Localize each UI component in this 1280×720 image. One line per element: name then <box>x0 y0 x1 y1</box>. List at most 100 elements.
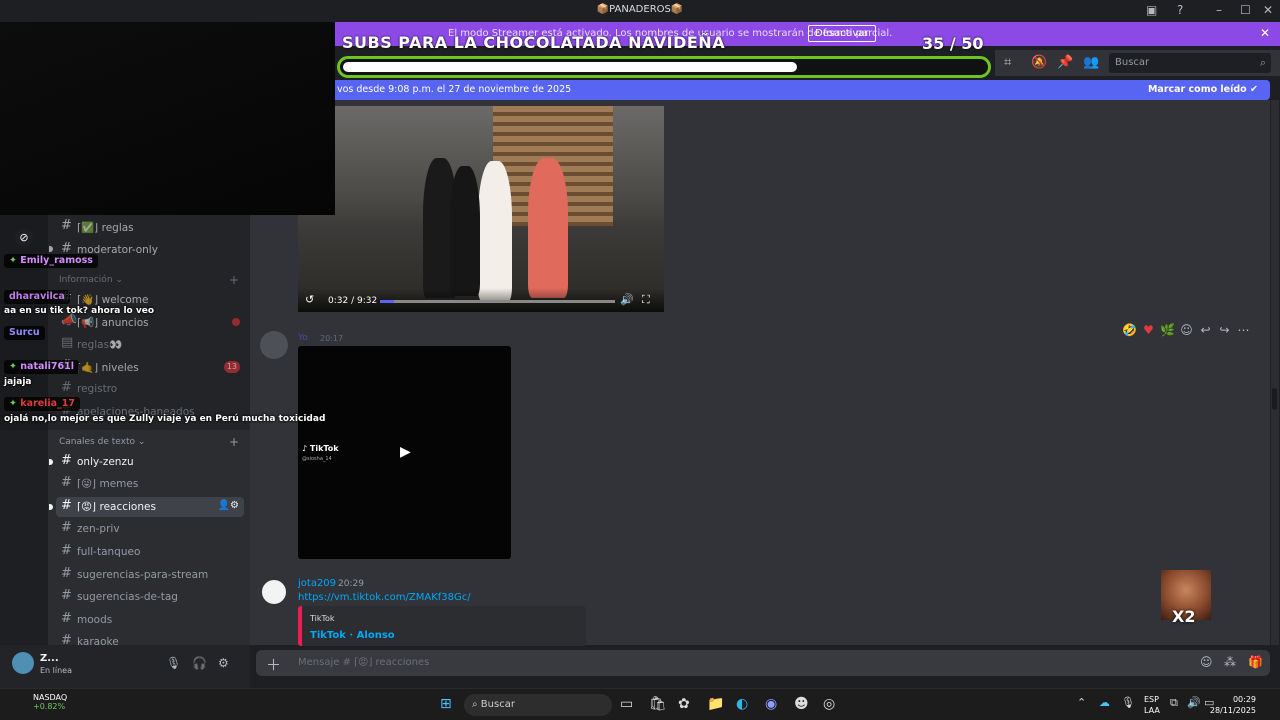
taskbar-search[interactable]: ⌕ Buscar <box>464 694 612 716</box>
close-icon[interactable]: ✕ <box>1260 26 1270 40</box>
hash-icon: # <box>61 475 72 490</box>
goal-count: 35 / 50 <box>922 34 984 53</box>
user-status: En línea <box>40 666 73 675</box>
network-icon[interactable]: ⧉ <box>1170 696 1178 710</box>
reaction-heart-icon[interactable]: ♥ <box>1139 323 1158 337</box>
stream-chat-message: aa en su tik tok? ahora lo veo <box>4 306 155 316</box>
channel-memes[interactable]: # ⌈😜⌋ memes <box>56 474 244 494</box>
avatar[interactable] <box>260 331 288 359</box>
reply-icon[interactable]: ↩ <box>1196 323 1215 337</box>
search-input[interactable]: Buscar ⌕ <box>1109 53 1271 73</box>
channel-sugerencias-para-stream[interactable]: # sugerencias-para-stream <box>56 565 244 585</box>
channel-full-tanqueo[interactable]: # full-tanqueo <box>56 542 244 562</box>
disable-streamer-mode-button[interactable]: Desactivar <box>808 25 876 42</box>
start-icon[interactable]: ⊞ <box>440 696 452 712</box>
chat-scroll-thumb[interactable] <box>1272 388 1277 410</box>
app-icon[interactable]: ☻ <box>794 696 809 712</box>
webcam-overlay <box>0 22 335 215</box>
discord-icon[interactable]: ◉ <box>765 696 777 712</box>
more-icon[interactable]: ⋯ <box>1234 323 1253 337</box>
channel-moods[interactable]: # moods <box>56 610 244 630</box>
task-view-icon[interactable]: ▭ <box>620 696 633 712</box>
hash-icon: # <box>61 498 72 513</box>
goal-progress-fill <box>343 62 797 72</box>
emoji-icon[interactable]: ☺ <box>1200 655 1213 669</box>
video-person <box>478 161 512 301</box>
goal-progress-bar <box>337 56 991 78</box>
reaction-laugh-icon[interactable]: 🤣 <box>1120 323 1139 337</box>
onedrive-icon[interactable]: ☁ <box>1099 696 1110 709</box>
settings-gear-icon[interactable]: ⚙ <box>218 656 229 670</box>
video-progress[interactable] <box>380 300 615 303</box>
fullscreen-icon[interactable]: ⛶ <box>642 293 650 307</box>
video-person <box>450 166 480 296</box>
system-clock[interactable]: 00:29 28/11/2025 <box>1210 694 1256 716</box>
show-hidden-icons[interactable]: ⌃ <box>1077 696 1086 709</box>
channel-zen-priv[interactable]: # zen-priv <box>56 519 244 539</box>
store-icon[interactable]: 🛍 <box>649 696 667 712</box>
chat-scrollbar[interactable] <box>1271 100 1279 645</box>
stock-name: NASDAQ <box>33 693 68 702</box>
file-explorer-icon[interactable]: 📁 <box>707 696 724 712</box>
video-progress-fill <box>380 300 395 303</box>
minimize-button[interactable]: – <box>1216 3 1222 17</box>
obs-icon[interactable]: ◎ <box>823 696 835 712</box>
channel-settings-icons[interactable]: 👤⚙ <box>218 500 239 511</box>
threads-icon[interactable]: ⌗ <box>1004 55 1011 70</box>
hash-icon: # <box>61 633 72 645</box>
add-reaction-icon[interactable]: ☺ <box>1177 323 1196 337</box>
message-author[interactable]: Yo <box>298 333 308 343</box>
play-icon[interactable]: ▶ <box>400 444 411 460</box>
user-name[interactable]: Z... <box>40 653 59 664</box>
message-composer[interactable]: ＋ Mensaje # ⌈😡⌋ reacciones ☺ ⁂ 🎁 <box>256 650 1270 676</box>
avatar[interactable] <box>12 652 34 674</box>
replay-icon[interactable]: ↺ <box>305 293 314 306</box>
channel-karaoke[interactable]: # karaoke <box>56 632 244 645</box>
channel-reacciones[interactable]: # ⌈😡⌋ reacciones 👤⚙ <box>56 497 244 517</box>
message-time: 20:29 <box>338 579 364 589</box>
mark-as-read-button[interactable]: Marcar como leído ✔ <box>1148 84 1258 95</box>
members-icon[interactable]: 👥 <box>1083 55 1099 70</box>
channel-label: ⌈😜⌋ memes <box>77 478 139 490</box>
add-attachment-icon[interactable]: ＋ <box>266 654 281 675</box>
copilot-icon[interactable]: ✿ <box>678 696 690 712</box>
microphone-icon[interactable]: 🎙 <box>1121 696 1135 709</box>
help-icon[interactable]: ? <box>1177 3 1183 17</box>
channel-label: sugerencias-para-stream <box>77 569 209 581</box>
close-window-button[interactable]: ✕ <box>1263 3 1273 17</box>
video-person <box>528 158 568 298</box>
embed-title[interactable]: TikTok · Alonso <box>310 630 395 641</box>
volume-icon[interactable]: 🔊 <box>1187 696 1201 709</box>
reaction-custom-icon[interactable]: 🌿 <box>1158 323 1177 337</box>
gift-icon[interactable]: 🎁 <box>1248 655 1263 669</box>
new-messages-bar[interactable]: vos desde 9:08 p.m. el 27 de noviembre d… <box>335 80 1270 100</box>
microphone-icon[interactable]: 🎙 <box>166 656 181 670</box>
apps-icon[interactable]: ⁂ <box>1224 655 1236 669</box>
category-text[interactable]: Canales de texto ⌄ <box>59 437 145 447</box>
channel-label: moods <box>77 614 113 626</box>
avatar[interactable] <box>260 578 288 606</box>
language-indicator[interactable]: ESP LAA <box>1144 694 1160 716</box>
message-author[interactable]: jota209 <box>298 578 336 589</box>
user-panel: Z... En línea 🎙 🎧 ⚙ <box>0 645 250 688</box>
channel-sugerencias-de-tag[interactable]: # sugerencias-de-tag <box>56 587 244 607</box>
forward-icon[interactable]: ↪ <box>1215 323 1234 337</box>
clock-date: 28/11/2025 <box>1209 706 1256 715</box>
hash-icon: # <box>61 611 72 626</box>
edge-icon[interactable]: ◐ <box>736 696 748 712</box>
maximize-button[interactable]: ☐ <box>1240 3 1251 17</box>
tiktok-video-embed[interactable]: ♪ TikTok @siosha_14 ▶ <box>298 346 511 559</box>
message-link[interactable]: https://vm.tiktok.com/ZMAKf38Gc/ <box>298 592 471 603</box>
headphones-icon[interactable]: 🎧 <box>192 656 207 670</box>
mute-bell-icon[interactable]: 🔕 <box>1031 55 1047 70</box>
stock-widget[interactable]: NASDAQ +0.82% <box>12 693 67 711</box>
inbox-icon[interactable]: ▣ <box>1146 3 1157 17</box>
server-icon[interactable]: ⊘ <box>15 229 33 247</box>
video-embed[interactable]: ↺ 0:32 / 9:32 🔊 ⛶ <box>298 106 664 312</box>
video-time: 0:32 / 9:32 <box>328 296 378 306</box>
add-channel-icon[interactable]: + <box>229 435 239 449</box>
volume-icon[interactable]: 🔊 <box>620 293 634 306</box>
channel-only-zenzu[interactable]: # only-zenzu <box>56 452 244 472</box>
channel-toolbar: ⌗ 🔕 📌 👥 Buscar ⌕ <box>995 50 1280 76</box>
pin-icon[interactable]: 📌 <box>1057 55 1073 70</box>
